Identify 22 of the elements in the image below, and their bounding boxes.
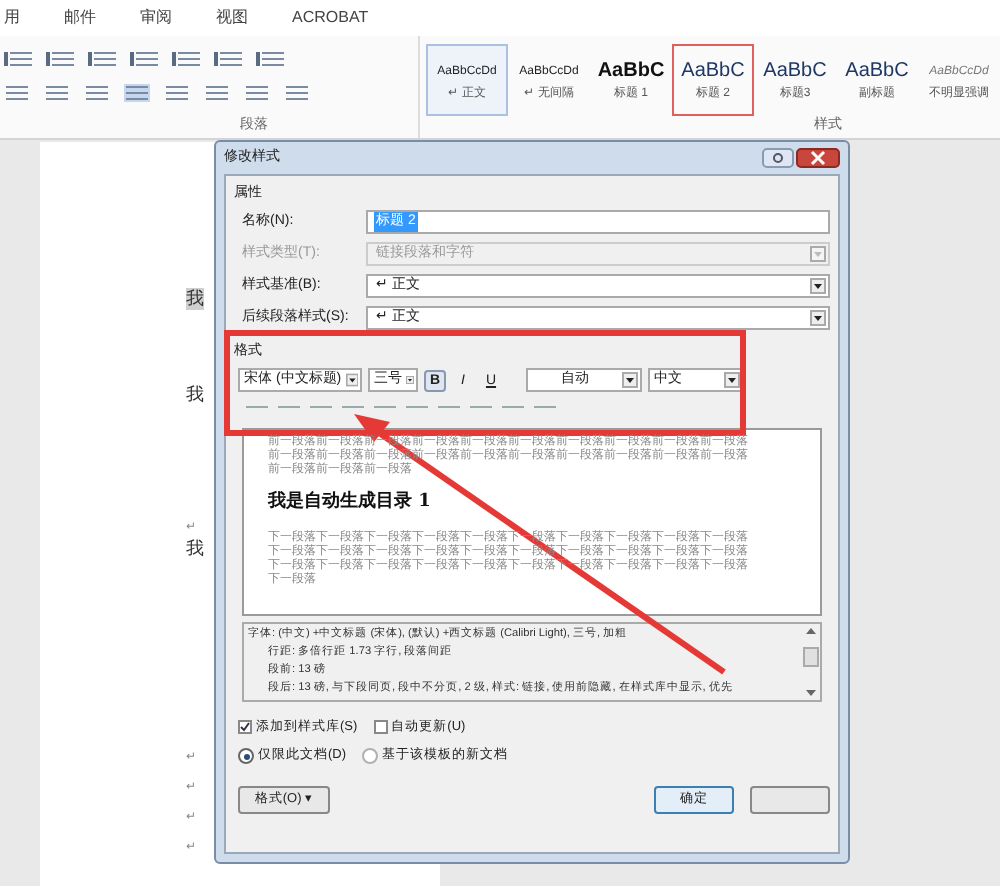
close-icon[interactable] [796, 148, 840, 168]
dropdown-arrow-icon[interactable] [810, 278, 826, 294]
dropdown-arrow-icon[interactable] [345, 372, 358, 388]
blank-button[interactable] [750, 786, 830, 814]
preview-heading: 我是自动生成目录 1 [268, 490, 431, 516]
ribbon-tab[interactable]: 邮件 [64, 6, 96, 30]
document-text: 我 [186, 384, 204, 406]
dropdown-arrow-icon[interactable] [724, 372, 740, 388]
document-text: 我 [186, 538, 204, 560]
bullet-list-icon[interactable] [4, 49, 32, 67]
ribbon-tab[interactable]: 审阅 [140, 6, 172, 30]
radio-button[interactable] [238, 748, 254, 764]
dropdown-arrow-icon[interactable] [622, 372, 638, 388]
checkbox[interactable] [373, 720, 388, 734]
radio-button[interactable] [362, 748, 379, 764]
ribbon-tab[interactable]: 视图 [216, 6, 248, 30]
ribbon-tab[interactable]: ACROBAT [292, 6, 369, 30]
checkbox[interactable] [238, 720, 252, 734]
ribbon-tab[interactable]: 用 [4, 6, 20, 30]
dropdown-arrow-icon[interactable] [810, 310, 826, 326]
document-text: 我 [186, 288, 204, 310]
scrollbar-icon[interactable] [802, 624, 820, 700]
